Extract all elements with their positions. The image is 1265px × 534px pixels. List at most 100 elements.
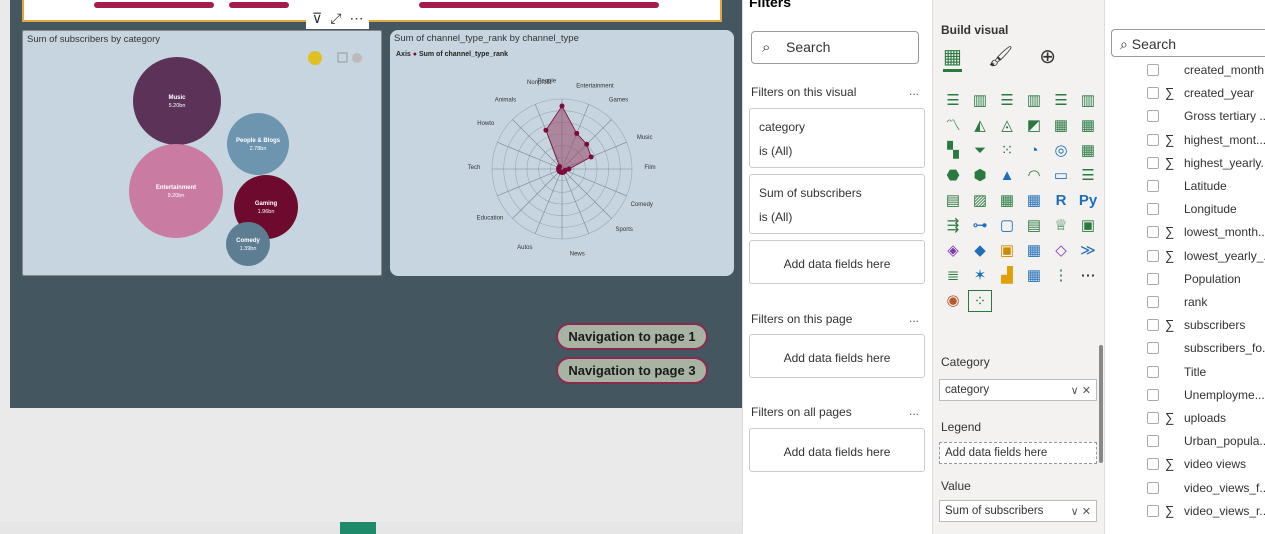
bubble-comedy[interactable]	[226, 222, 270, 266]
bubble-chart-visual[interactable]: Sum of subscribers by category Music 5.20…	[22, 30, 382, 276]
bubble-visual-icon[interactable]: ⁘	[968, 290, 992, 312]
add-fields-all-well[interactable]: Add data fields here	[749, 428, 925, 472]
azure-map-icon[interactable]: ▲	[995, 165, 1019, 187]
field-checkbox[interactable]	[1147, 180, 1159, 192]
radar-point[interactable]	[584, 141, 590, 147]
multi-row-card-icon[interactable]: ☰	[1076, 165, 1100, 187]
clustered-bar-icon[interactable]: ☰	[995, 90, 1019, 112]
field-checkbox[interactable]	[1147, 156, 1159, 169]
custom-visual-3-icon[interactable]: ◇	[1049, 240, 1073, 262]
data-search-input[interactable]: ⌕ Search	[1111, 29, 1265, 57]
format-visual-tab-icon[interactable]: 🖌	[988, 44, 1013, 72]
viz-scrollbar[interactable]	[1099, 345, 1103, 463]
field-checkbox[interactable]	[1147, 203, 1159, 216]
power-automate-icon[interactable]: ◆	[968, 240, 992, 262]
qa-icon[interactable]: ▢	[995, 215, 1019, 237]
bubble-people-blogs[interactable]	[227, 113, 289, 175]
more-options-icon[interactable]: ...	[909, 311, 919, 325]
field-checkbox[interactable]	[1147, 388, 1159, 401]
custom-visual-4-icon[interactable]: ≫	[1076, 240, 1100, 262]
matrix-icon[interactable]: ▦	[1022, 190, 1046, 212]
stacked-bar-icon[interactable]: ☰	[941, 90, 965, 112]
filled-map-icon[interactable]: ⬢	[968, 165, 992, 187]
kpi-icon[interactable]: ▤	[941, 190, 965, 212]
gauge-icon[interactable]: ◠	[1022, 165, 1046, 187]
key-influencers-icon[interactable]: ⇶	[941, 215, 965, 237]
field-checkbox[interactable]	[1147, 133, 1159, 146]
line-stacked-column-icon[interactable]: ▦	[1076, 115, 1100, 137]
active-page-tab[interactable]	[340, 522, 376, 534]
custom-visual-9-icon[interactable]: ⋮	[1049, 265, 1073, 287]
nav-page3-button[interactable]: Navigation to page 3	[556, 357, 708, 384]
custom-visual-7-icon[interactable]: ▟	[995, 265, 1019, 287]
field-checkbox[interactable]	[1147, 504, 1159, 517]
line-column-icon[interactable]: ▦	[1049, 115, 1073, 137]
stacked-area-icon[interactable]: ◬	[995, 115, 1019, 137]
field-checkbox[interactable]	[1147, 435, 1159, 448]
stacked-column-icon[interactable]: ▥	[968, 90, 992, 112]
analytics-tab-icon[interactable]: ⊕	[1039, 44, 1056, 72]
field-checkbox[interactable]	[1147, 342, 1159, 355]
python-visual-icon[interactable]: Py	[1076, 190, 1100, 212]
decomposition-tree-icon[interactable]: ⊶	[968, 215, 992, 237]
field-checkbox[interactable]	[1147, 319, 1159, 332]
info-icon[interactable]	[352, 53, 362, 63]
add-fields-page-well[interactable]: Add data fields here	[749, 334, 925, 378]
r-visual-icon[interactable]: R	[1049, 190, 1073, 212]
field-checkbox[interactable]	[1147, 226, 1159, 239]
pie-icon[interactable]: ◔	[1022, 140, 1046, 162]
scatter-icon[interactable]: ⁙	[995, 140, 1019, 162]
table-icon[interactable]	[337, 52, 348, 63]
custom-visual-2-icon[interactable]: ▦	[1022, 240, 1046, 262]
clustered-column-icon[interactable]: ▥	[1022, 90, 1046, 112]
custom-visual-8-icon[interactable]: ▦	[1022, 265, 1046, 287]
field-checkbox[interactable]	[1147, 412, 1159, 424]
more-options-icon[interactable]: ⋯	[349, 10, 363, 27]
radar-chart-visual[interactable]: Sum of channel_type_rank by channel_type…	[390, 30, 734, 276]
radar-point[interactable]	[574, 130, 580, 136]
slicer-icon[interactable]: ▨	[968, 190, 992, 212]
power-apps-icon[interactable]: ◈	[941, 240, 965, 262]
card-icon[interactable]: ▭	[1049, 165, 1073, 187]
category-filter-card[interactable]: category is (All)	[749, 108, 925, 168]
custom-visual-1-icon[interactable]: ▣	[995, 240, 1019, 262]
field-checkbox[interactable]	[1147, 481, 1159, 494]
more-options-icon[interactable]: ...	[909, 404, 919, 418]
100-column-icon[interactable]: ▥	[1076, 90, 1100, 112]
donut-icon[interactable]: ◎	[1049, 140, 1073, 162]
custom-visual-5-icon[interactable]: ≣	[941, 265, 965, 287]
field-checkbox[interactable]	[1147, 110, 1159, 123]
radar-point[interactable]	[543, 127, 549, 133]
subscribers-filter-card[interactable]: Sum of subscribers is (All)	[749, 174, 925, 234]
waterfall-icon[interactable]: ▚	[941, 140, 965, 162]
treemap-icon[interactable]: ▦	[1076, 140, 1100, 162]
metrics-icon[interactable]: ♕	[1049, 215, 1073, 237]
ribbon-chart-icon[interactable]: ◩	[1022, 115, 1046, 137]
focus-mode-icon[interactable]: ⤢	[330, 10, 341, 27]
well-controls-icon[interactable]: ∨ ✕	[1071, 384, 1091, 397]
radar-point[interactable]	[557, 164, 563, 170]
filter-icon[interactable]: ⊽	[312, 10, 322, 27]
bubble-entertainment[interactable]	[129, 144, 223, 238]
category-well[interactable]: category ∨ ✕	[939, 379, 1097, 401]
bubble-music[interactable]	[133, 57, 221, 145]
funnel-icon[interactable]: ⏷	[968, 140, 992, 162]
field-checkbox[interactable]	[1147, 272, 1159, 285]
map-icon[interactable]: ⬣	[941, 165, 965, 187]
edit-icon[interactable]	[308, 51, 322, 65]
nav-page1-button[interactable]: Navigation to page 1	[556, 323, 708, 350]
field-checkbox[interactable]	[1147, 296, 1159, 308]
legend-well[interactable]: Add data fields here	[939, 442, 1097, 464]
build-visual-tab-icon[interactable]: ▦	[943, 44, 962, 72]
table-icon[interactable]: ▦	[995, 190, 1019, 212]
value-well[interactable]: Sum of subscribers ∨ ✕	[939, 500, 1097, 522]
well-controls-icon[interactable]: ∨ ✕	[1071, 505, 1091, 518]
field-checkbox[interactable]	[1147, 249, 1159, 262]
smart-narrative-icon[interactable]: ▤	[1022, 215, 1046, 237]
line-chart-icon[interactable]: 〽	[941, 115, 965, 137]
field-checkbox[interactable]	[1147, 458, 1159, 471]
add-fields-visual-well[interactable]: Add data fields here	[749, 240, 925, 284]
field-checkbox[interactable]	[1147, 87, 1159, 100]
radar-point[interactable]	[559, 103, 565, 109]
paginated-report-icon[interactable]: ▣	[1076, 215, 1100, 237]
